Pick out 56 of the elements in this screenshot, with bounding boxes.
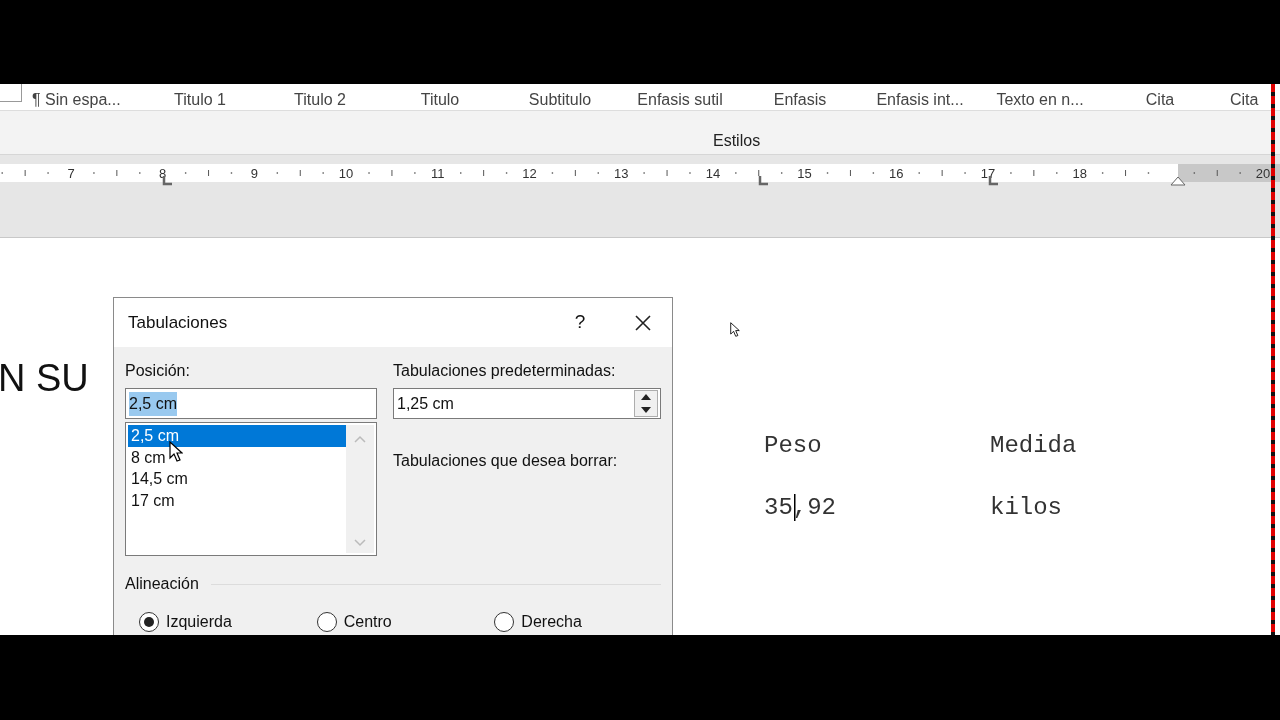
default-tabs-field[interactable]: 1,25 cm (393, 388, 661, 419)
position-field[interactable]: 2,5 cm (125, 388, 377, 419)
ruler-number: 10 (338, 166, 354, 181)
style-item[interactable]: Enfasis (740, 90, 860, 110)
close-icon[interactable] (634, 313, 652, 332)
radio-option[interactable]: Centro (316, 610, 495, 634)
radio-option[interactable]: Derecha (494, 610, 672, 634)
ruler-number: 15 (797, 166, 812, 181)
style-item[interactable]: Titulo 2 (260, 90, 380, 110)
ruler-number: 14 (705, 166, 721, 181)
field-label: Posición: (125, 361, 191, 381)
tab-stop-icon[interactable] (758, 176, 768, 186)
style-item[interactable]: Titulo 1 (140, 90, 260, 110)
dialog-title: Tabulaciones (128, 311, 228, 334)
column-value: kilos (990, 494, 1062, 521)
group-label: Estilos (713, 130, 761, 151)
ruler-number: 18 (1072, 166, 1087, 181)
up-arrow-icon (641, 394, 651, 401)
field-value: 1,25 cm (397, 393, 454, 414)
style-item[interactable]: Cita (1100, 90, 1220, 110)
group-label: Alineación (125, 574, 199, 594)
mouse-pointer-icon (730, 322, 740, 337)
ruler-number: 9 (250, 166, 258, 181)
ruler-number: 12 (522, 166, 537, 181)
ruler-number: 11 (431, 166, 445, 181)
indent-marker-icon[interactable] (1170, 176, 1186, 186)
style-item[interactable]: Enfasis int... (860, 90, 980, 110)
field-value: 2,5 cm (129, 391, 177, 416)
list-item[interactable]: 17 cm (128, 489, 346, 511)
tab-stop-icon[interactable] (162, 176, 172, 186)
list-item[interactable]: 8 cm (128, 446, 346, 468)
ruler-number: 13 (613, 166, 629, 181)
tab-stop-icon[interactable] (988, 176, 998, 186)
list-item[interactable]: 2,5 cm (128, 425, 346, 447)
help-button[interactable]: ? (560, 308, 600, 337)
radio-option[interactable]: Izquierda (139, 610, 317, 634)
style-item[interactable]: Cita (1220, 90, 1270, 110)
ruler-number: 16 (889, 166, 904, 181)
column-header: Peso (764, 431, 823, 461)
style-item[interactable]: ¶ Sin espa... (32, 90, 140, 110)
style-item[interactable]: Enfasis sutil (620, 90, 740, 110)
field-label: Tabulaciones que desea borrar: (393, 451, 619, 471)
field-label: Tabulaciones predeterminadas: (393, 361, 617, 381)
spin-button[interactable] (634, 390, 658, 417)
mouse-pointer-icon (169, 441, 183, 462)
style-item[interactable]: Subtitulo (500, 90, 620, 110)
scroll-down-icon (354, 539, 366, 547)
document-text: N SU (0, 356, 89, 401)
down-arrow-icon (641, 406, 651, 413)
style-item[interactable]: Texto en n... (980, 90, 1100, 110)
ruler-number: 20 (1255, 166, 1271, 181)
style-item[interactable]: Titulo (380, 90, 500, 110)
column-header: Medida (990, 431, 1078, 461)
list-item[interactable]: 14,5 cm (128, 468, 346, 490)
scroll-up-icon (354, 435, 366, 443)
ruler-number: 7 (67, 166, 75, 181)
